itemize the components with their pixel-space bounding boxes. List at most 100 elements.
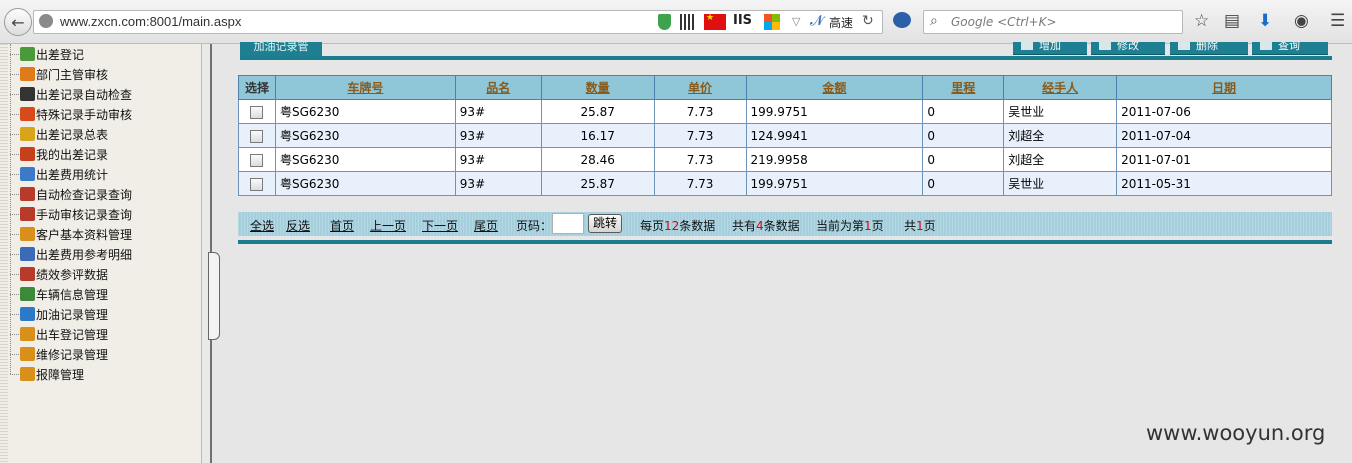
sidebar-item-label: 出车登记管理 xyxy=(36,327,109,342)
sidebar-item[interactable]: 特殊记录手动审核 xyxy=(10,104,132,124)
sidebar-item-label: 手动审核记录查询 xyxy=(36,207,133,222)
sidebar-item[interactable]: 自动检查记录查询 xyxy=(10,184,132,204)
menu-item-icon xyxy=(20,247,35,261)
sidebar-item[interactable]: 车辆信息管理 xyxy=(10,284,108,304)
table-row[interactable]: 粤SG6230 93# 25.87 7.73 199.9751 0 吴世业 2011-05-3… xyxy=(238,171,1332,196)
sidebar-item[interactable]: 维修记录管理 xyxy=(10,344,108,364)
addon-icon[interactable]: ◉ xyxy=(1294,11,1309,31)
quantity-cell: 28.46 xyxy=(540,147,655,172)
col-plate[interactable]: 车牌号 xyxy=(274,75,456,100)
sidebar-item[interactable]: 报障管理 xyxy=(10,364,84,384)
sidebar-tree: 出差登记 部门主管审核 出差记录自动检查 特殊记录手动审核 出差记录总表我的出差记录出差… xyxy=(0,44,202,463)
splitter-handle[interactable] xyxy=(208,252,220,340)
current-suffix: 页 xyxy=(871,219,884,233)
dropdown-triangle-icon[interactable]: ▽ xyxy=(792,15,800,31)
menu-item-icon xyxy=(20,267,35,281)
tree-connector xyxy=(10,93,19,95)
total-pages-info: 共1页 xyxy=(904,217,936,234)
add-label: 增加 xyxy=(1039,42,1061,52)
row-checkbox[interactable] xyxy=(250,153,264,167)
mileage-cell: 0 xyxy=(922,147,1005,172)
reading-list-icon[interactable]: ▤ xyxy=(1224,11,1240,31)
row-checkbox[interactable] xyxy=(250,129,264,143)
tree-connector xyxy=(10,153,19,155)
delete-icon xyxy=(1178,42,1190,50)
row-checkbox[interactable] xyxy=(250,105,264,119)
query-button[interactable]: 查询 xyxy=(1252,42,1328,55)
sidebar-item[interactable]: 部门主管审核 xyxy=(10,64,108,84)
select-all-link[interactable]: 全选 xyxy=(250,217,274,234)
sidebar-item[interactable]: 出车登记管理 xyxy=(10,324,108,344)
amount-cell: 219.9958 xyxy=(745,147,924,172)
jump-button[interactable]: 跳转 xyxy=(588,214,622,233)
sidebar-item[interactable]: 加油记录管理 xyxy=(10,304,108,324)
quantity-cell: 16.17 xyxy=(540,123,655,148)
back-arrow-icon: ← xyxy=(11,12,25,32)
page-number-input[interactable] xyxy=(552,213,584,234)
sidebar-item[interactable]: 出差费用参考明细 xyxy=(10,244,132,264)
download-icon[interactable]: ⬇ xyxy=(1258,11,1272,31)
address-bar[interactable]: www.zxcn.com:8001/main.aspx IIS ▽ 𝓝 高速 ↻ xyxy=(33,10,883,34)
table-row[interactable]: 粤SG6230 93# 25.87 7.73 199.9751 0 吴世业 2011-07-0… xyxy=(238,99,1332,124)
sidebar-item[interactable]: 出差记录总表 xyxy=(10,124,108,144)
date-cell: 2011-05-31 xyxy=(1116,171,1332,196)
pager-bar: 全选 反选 首页 上一页 下一页 尾页 页码： 跳转 每页12条数据 共有4条数… xyxy=(238,212,1332,236)
tree-connector xyxy=(10,233,19,235)
menu-item-icon xyxy=(20,327,35,341)
col-product[interactable]: 品名 xyxy=(454,75,542,100)
prev-page-link[interactable]: 上一页 xyxy=(370,217,406,234)
qr-code-icon[interactable] xyxy=(680,14,694,30)
handler-cell: 刘超全 xyxy=(1003,147,1118,172)
main-content: 加油记录管 增加 修改 删除 查询 选择 车牌号 品名 数量 单价 金额 里程 … xyxy=(220,42,1352,463)
add-button[interactable]: 增加 xyxy=(1013,42,1087,55)
sidebar-item[interactable]: 我的出差记录 xyxy=(10,144,108,164)
sidebar-item-label: 绩效参评数据 xyxy=(36,267,109,282)
add-icon xyxy=(1021,42,1033,50)
bird-extension-icon[interactable] xyxy=(893,12,911,28)
shield-icon[interactable] xyxy=(658,14,671,30)
per-page-info: 每页12条数据 xyxy=(640,217,715,234)
row-checkbox[interactable] xyxy=(250,177,264,191)
sidebar-item-label: 我的出差记录 xyxy=(36,147,109,162)
table-row[interactable]: 粤SG6230 93# 16.17 7.73 124.9941 0 刘超全 2011-07-0… xyxy=(238,123,1332,148)
per-page-suffix: 条数据 xyxy=(679,219,716,233)
sidebar-item[interactable]: 出差记录自动检查 xyxy=(10,84,132,104)
speed-label[interactable]: 高速 xyxy=(829,14,853,30)
table-row[interactable]: 粤SG6230 93# 28.46 7.73 219.9958 0 刘超全 2011-07-0… xyxy=(238,147,1332,172)
bookmark-star-icon[interactable]: ☆ xyxy=(1194,11,1209,31)
sidebar-item[interactable]: 手动审核记录查询 xyxy=(10,204,132,224)
tree-connector xyxy=(10,113,19,115)
col-mileage[interactable]: 里程 xyxy=(922,75,1005,100)
col-quantity[interactable]: 数量 xyxy=(540,75,655,100)
search-bar[interactable]: ⌕ Google <Ctrl+K> xyxy=(923,10,1183,34)
col-date[interactable]: 日期 xyxy=(1116,75,1332,100)
menu-item-icon xyxy=(20,127,35,141)
tree-connector xyxy=(10,313,19,315)
product-cell: 93# xyxy=(454,171,542,196)
next-page-link[interactable]: 下一页 xyxy=(422,217,458,234)
current-page-info: 当前为第1页 xyxy=(816,217,884,234)
menu-icon[interactable]: ☰ xyxy=(1330,11,1345,31)
reload-icon[interactable]: ↻ xyxy=(862,13,874,29)
plate-cell: 粤SG6230 xyxy=(274,147,456,172)
tree-connector xyxy=(10,333,19,335)
tree-connector xyxy=(10,373,19,375)
back-button[interactable]: ← xyxy=(4,8,32,36)
tree-connector xyxy=(10,73,19,75)
delete-button[interactable]: 删除 xyxy=(1170,42,1248,55)
col-handler[interactable]: 经手人 xyxy=(1003,75,1118,100)
total-suffix: 条数据 xyxy=(763,219,800,233)
sidebar-edge xyxy=(0,44,8,463)
edit-button[interactable]: 修改 xyxy=(1091,42,1165,55)
sidebar-item[interactable]: 绩效参评数据 xyxy=(10,264,108,284)
sidebar-item[interactable]: 出差费用统计 xyxy=(10,164,108,184)
sidebar-item[interactable]: 客户基本资料管理 xyxy=(10,224,132,244)
last-page-link[interactable]: 尾页 xyxy=(474,217,498,234)
col-price[interactable]: 单价 xyxy=(653,75,747,100)
sidebar-item[interactable]: 出差登记 xyxy=(10,44,84,64)
col-amount[interactable]: 金额 xyxy=(745,75,924,100)
invert-select-link[interactable]: 反选 xyxy=(286,217,310,234)
sidebar-item-label: 客户基本资料管理 xyxy=(36,227,133,242)
total-pages: 1 xyxy=(916,219,924,233)
first-page-link[interactable]: 首页 xyxy=(330,217,354,234)
